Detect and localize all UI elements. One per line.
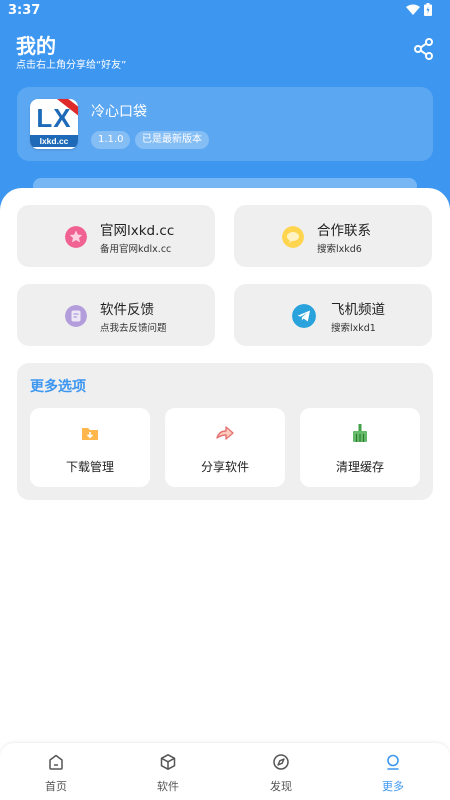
app-info-card[interactable]: LX lxkd.cc 冷心口袋 1.1.0 已是最新版本 <box>17 87 433 161</box>
status-bar: 3:37 <box>0 0 450 22</box>
compass-icon <box>273 754 289 770</box>
share-icon[interactable] <box>414 38 434 60</box>
feedback-icon <box>65 305 87 327</box>
user-icon <box>387 754 399 770</box>
nav-label: 发现 <box>270 780 292 793</box>
card-cooperation[interactable]: 合作联系 搜索lxkd6 <box>234 205 432 267</box>
star-icon <box>65 226 87 248</box>
download-manager-label: 下载管理 <box>65 460 114 474</box>
nav-label: 首页 <box>45 780 67 793</box>
card-subtitle: 备用官网kdlx.cc <box>100 244 172 255</box>
more-options-title: 更多选项 <box>30 379 86 395</box>
card-subtitle: 搜索lxkd1 <box>331 323 376 334</box>
logo-subtext: lxkd.cc <box>30 135 78 147</box>
nav-item-more[interactable]: 更多 <box>337 743 449 800</box>
card-official-site[interactable]: 官网lxkd.cc 备用官网kdlx.cc <box>17 205 215 267</box>
folder-download-icon <box>82 428 98 440</box>
card-feedback[interactable]: 软件反馈 点我去反馈问题 <box>17 284 215 346</box>
share-arrow-icon <box>216 426 234 440</box>
nav-label: 软件 <box>157 780 179 793</box>
card-subtitle: 搜索lxkd6 <box>317 244 362 255</box>
card-title: 软件反馈 <box>100 302 154 318</box>
more-options-panel: 更多选项 下载管理 分享软件 清理缓存 <box>17 363 433 500</box>
page-title: 我的 <box>16 34 56 58</box>
page-subtitle: 点击右上角分享给“好友” <box>16 60 127 71</box>
nav-item-home[interactable]: 首页 <box>0 743 112 800</box>
version-badge: 1.1.0 <box>91 131 131 149</box>
card-title: 飞机频道 <box>331 302 385 318</box>
update-status-badge: 已是最新版本 <box>135 131 209 149</box>
card-telegram-channel[interactable]: 飞机频道 搜索lxkd1 <box>234 284 432 346</box>
card-title: 合作联系 <box>317 223 371 239</box>
clear-cache-button[interactable]: 清理缓存 <box>300 408 420 487</box>
nav-label: 更多 <box>382 780 404 793</box>
content-panel: 官网lxkd.cc 备用官网kdlx.cc 合作联系 搜索lxkd6 软件反馈 … <box>0 188 450 800</box>
broom-icon <box>353 424 367 442</box>
chat-icon <box>282 226 304 248</box>
card-subtitle: 点我去反馈问题 <box>100 323 167 334</box>
clear-cache-label: 清理缓存 <box>335 460 384 474</box>
status-icons <box>406 3 432 16</box>
wifi-icon <box>406 4 420 15</box>
share-app-label: 分享软件 <box>200 460 249 474</box>
nav-item-software[interactable]: 软件 <box>112 743 224 800</box>
app-name: 冷心口袋 <box>91 104 147 120</box>
download-manager-button[interactable]: 下载管理 <box>30 408 150 487</box>
status-time: 3:37 <box>8 3 41 18</box>
battery-icon <box>424 3 432 16</box>
cube-icon <box>160 754 176 770</box>
card-title: 官网lxkd.cc <box>100 223 175 239</box>
app-logo: LX lxkd.cc <box>30 99 78 149</box>
nav-item-discover[interactable]: 发现 <box>225 743 337 800</box>
home-icon <box>49 754 63 770</box>
telegram-icon <box>292 304 316 328</box>
bottom-navigation: 首页 软件 发现 更多 <box>0 743 450 800</box>
share-app-button[interactable]: 分享软件 <box>165 408 285 487</box>
